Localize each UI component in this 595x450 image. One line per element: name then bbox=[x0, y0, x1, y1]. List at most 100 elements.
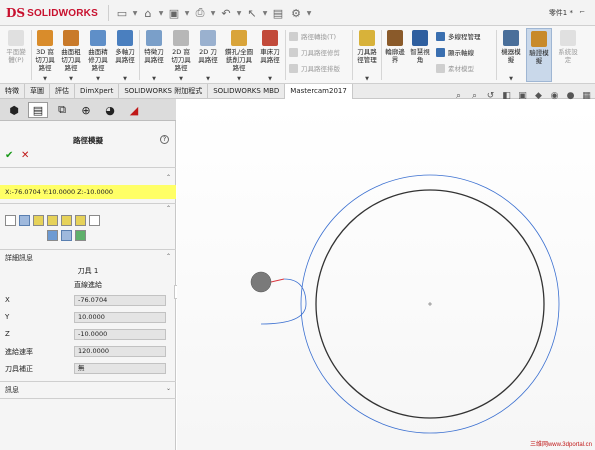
surface-finish-toolpath-button[interactable]: 曲面精 修刀具 路徑 ▼ bbox=[85, 28, 111, 82]
chevron-down-icon[interactable]: ▼ bbox=[305, 5, 313, 21]
play-icon[interactable] bbox=[61, 230, 72, 241]
previous-view-icon[interactable]: ↺ bbox=[484, 90, 497, 103]
multithread-manager-button[interactable]: 多線程管理 bbox=[436, 30, 481, 42]
smart-view-button[interactable]: 智慧視 角 bbox=[408, 28, 432, 82]
pin-icon[interactable]: ⌐ bbox=[579, 8, 585, 16]
drill-circle-mill-toolpath-button[interactable]: 鑽孔/全圓 銑削刀具 路徑 ▼ bbox=[222, 28, 256, 82]
planar-transform-button[interactable]: 平面變 體(P) bbox=[2, 28, 30, 82]
chevron-down-icon[interactable]: ▼ bbox=[179, 76, 183, 82]
toolpath-nesting-button[interactable]: 刀具路徑排版 bbox=[289, 62, 340, 74]
graphics-viewport[interactable]: 三维网www.3dportal.cn bbox=[177, 105, 595, 450]
show-axes-button[interactable]: 顯示軸線 bbox=[436, 46, 474, 58]
rebuild-icon[interactable]: ▤ bbox=[269, 5, 287, 21]
chevron-down-icon[interactable]: ▼ bbox=[235, 5, 243, 21]
chevron-down-icon[interactable]: ▼ bbox=[131, 5, 139, 21]
button-label: 顯示軸線 bbox=[448, 49, 474, 57]
tab-features[interactable]: 特徵 bbox=[0, 84, 25, 99]
property-manager-icon[interactable]: ▤ bbox=[28, 102, 48, 118]
appearance-icon[interactable]: ● bbox=[564, 90, 577, 103]
y-field: 10.0000 bbox=[74, 312, 166, 323]
verify-simulation-button[interactable]: 驗證模 擬 bbox=[526, 28, 552, 82]
select-icon[interactable]: ↖ bbox=[243, 5, 261, 21]
chevron-up-icon[interactable]: ⌃ bbox=[166, 205, 171, 212]
scene-icon[interactable]: ▦ bbox=[580, 90, 593, 103]
step-forward-icon[interactable] bbox=[75, 230, 86, 241]
holder-display-icon[interactable] bbox=[33, 215, 44, 226]
lathe-toolpath-button[interactable]: 車床刀 具路徑 ▼ bbox=[257, 28, 283, 82]
cancel-button[interactable]: ✕ bbox=[21, 150, 29, 161]
dimxpert-manager-icon[interactable]: ⊕ bbox=[76, 102, 96, 118]
mastercam-manager-icon[interactable]: ◢ bbox=[124, 102, 144, 118]
step-back-icon[interactable] bbox=[47, 230, 58, 241]
contour-boundary-button[interactable]: 輪廓邊 界 bbox=[383, 28, 407, 82]
stock-model-button[interactable]: 素材模型 bbox=[436, 62, 474, 74]
machine-simulation-button[interactable]: 機器模 擬 ▼ bbox=[498, 28, 524, 82]
hide-show-icon[interactable]: ◉ bbox=[548, 90, 561, 103]
chevron-down-icon[interactable]: ▼ bbox=[123, 76, 127, 82]
chevron-down-icon[interactable]: ▼ bbox=[157, 5, 165, 21]
chevron-down-icon[interactable]: ▼ bbox=[509, 76, 513, 82]
chevron-down-icon[interactable]: ▼ bbox=[268, 76, 272, 82]
help-icon[interactable]: ? bbox=[160, 135, 169, 144]
chevron-down-icon[interactable]: ▼ bbox=[206, 76, 210, 82]
chevron-down-icon[interactable]: ⌄ bbox=[166, 385, 171, 392]
tab-evaluate[interactable]: 評估 bbox=[50, 84, 75, 99]
title-bar: DS SOLIDWORKS ▭ ▼ ⌂ ▼ ▣ ▼ ⎙ ▼ ↶ ▼ ↖ ▼ ▤ … bbox=[0, 0, 595, 26]
view-orientation-icon[interactable]: ▣ bbox=[516, 90, 529, 103]
multiaxis-toolpath-button[interactable]: 多軸刀 具路徑 ▼ bbox=[112, 28, 138, 82]
tool-display-icon[interactable] bbox=[19, 215, 30, 226]
ribbon-separator bbox=[31, 30, 32, 80]
configuration-manager-icon[interactable]: ⧉ bbox=[52, 102, 72, 118]
open-icon[interactable]: ⌂ bbox=[139, 5, 157, 21]
2d-toolpath-button[interactable]: 2D 刀 具路徑 ▼ bbox=[195, 28, 221, 82]
ok-button[interactable]: ✔ bbox=[5, 150, 13, 161]
save-icon[interactable]: ▣ bbox=[165, 5, 183, 21]
chevron-down-icon[interactable]: ▼ bbox=[69, 76, 73, 82]
tab-dimxpert[interactable]: DimXpert bbox=[75, 84, 120, 99]
tab-sketch[interactable]: 草圖 bbox=[25, 84, 50, 99]
endpoints-display-icon[interactable] bbox=[61, 215, 72, 226]
toolpath-transform-button[interactable]: 路徑轉換(T) bbox=[289, 30, 336, 42]
options-icon[interactable]: ⚙ bbox=[287, 5, 305, 21]
quick-verify-icon[interactable] bbox=[75, 215, 86, 226]
path-display-icon[interactable] bbox=[5, 215, 16, 226]
zoom-area-icon[interactable]: ⌕ bbox=[468, 90, 481, 103]
chevron-up-icon[interactable]: ⌃ bbox=[166, 174, 171, 181]
system-settings-button[interactable]: 系統設 定 bbox=[555, 28, 581, 82]
display-manager-icon[interactable]: ◕ bbox=[100, 102, 120, 118]
tab-addins[interactable]: SOLIDWORKS 附加程式 bbox=[119, 84, 209, 99]
chevron-down-icon[interactable]: ▼ bbox=[237, 76, 241, 82]
section-view-icon[interactable]: ◧ bbox=[500, 90, 513, 103]
chevron-down-icon[interactable]: ▼ bbox=[261, 5, 269, 21]
chevron-up-icon[interactable]: ⌃ bbox=[166, 253, 171, 260]
ds-logo-mark: DS bbox=[6, 6, 26, 20]
button-label: 刀具路徑修剪 bbox=[301, 49, 340, 57]
message-section-title[interactable]: 訊息 bbox=[5, 385, 19, 395]
display-style-icon[interactable]: ◆ bbox=[532, 90, 545, 103]
new-document-icon[interactable]: ▭ bbox=[113, 5, 131, 21]
surface-rough-toolpath-button[interactable]: 曲面粗 切刀具 路徑 ▼ bbox=[58, 28, 84, 82]
chevron-down-icon[interactable]: ▼ bbox=[365, 76, 369, 82]
detail-section-title[interactable]: 詳細訊息 bbox=[5, 253, 33, 263]
feature-manager-icon[interactable]: ⬢ bbox=[4, 102, 24, 118]
solidworks-logo[interactable]: DS SOLIDWORKS bbox=[6, 5, 98, 21]
chevron-down-icon[interactable]: ▼ bbox=[152, 76, 156, 82]
chevron-down-icon[interactable]: ▼ bbox=[96, 76, 100, 82]
print-icon[interactable]: ⎙ bbox=[191, 5, 209, 21]
zoom-fit-icon[interactable]: ⌕ bbox=[452, 90, 465, 103]
chevron-down-icon[interactable]: ▼ bbox=[183, 5, 191, 21]
rapid-display-icon[interactable] bbox=[47, 215, 58, 226]
toolpath-trim-button[interactable]: 刀具路徑修剪 bbox=[289, 46, 340, 58]
undo-icon[interactable]: ↶ bbox=[217, 5, 235, 21]
toolpath-manager-button[interactable]: 刀具路 徑管理 ▼ bbox=[354, 28, 380, 82]
2d-pocket-toolpath-button[interactable]: 2D 窩 切刀具 路徑 ▼ bbox=[168, 28, 194, 82]
drill-icon bbox=[231, 30, 247, 46]
chevron-down-icon[interactable]: ▼ bbox=[209, 5, 217, 21]
tab-mbd[interactable]: SOLIDWORKS MBD bbox=[208, 84, 286, 99]
chevron-down-icon[interactable]: ▼ bbox=[43, 76, 47, 82]
feature-toolpath-button[interactable]: 特徵刀 具路徑 ▼ bbox=[141, 28, 167, 82]
3d-pocket-toolpath-button[interactable]: 3D 窩 切刀具 路徑 ▼ bbox=[33, 28, 57, 82]
tool-marker bbox=[250, 271, 272, 293]
options-icon[interactable] bbox=[89, 215, 100, 226]
tab-mastercam[interactable]: Mastercam2017 bbox=[285, 84, 353, 99]
